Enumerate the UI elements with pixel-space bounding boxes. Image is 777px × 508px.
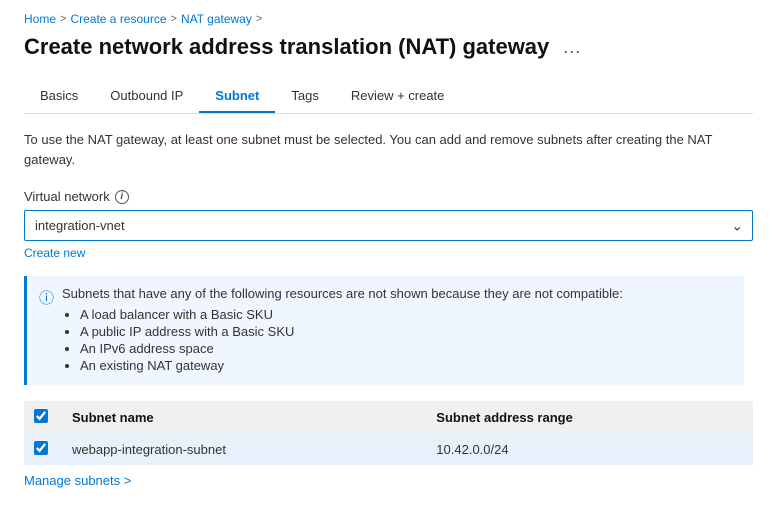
vnet-info-icon[interactable]: i [115,190,129,204]
breadcrumb: Home > Create a resource > NAT gateway > [24,12,753,26]
bullet-item-0: A load balancer with a Basic SKU [80,307,623,322]
header-checkbox-col [24,401,60,434]
tab-tags[interactable]: Tags [275,80,334,113]
tab-review-create[interactable]: Review + create [335,80,461,113]
row-subnet-name: webapp-integration-subnet [60,434,424,465]
bullet-item-2: An IPv6 address space [80,341,623,356]
tab-basics[interactable]: Basics [24,80,94,113]
info-text: To use the NAT gateway, at least one sub… [24,130,724,169]
select-all-checkbox[interactable] [34,409,48,423]
subnet-info-content: Subnets that have any of the following r… [62,286,623,375]
bullet-item-1: A public IP address with a Basic SKU [80,324,623,339]
ellipsis-button[interactable]: ... [559,35,585,60]
subnet-bullet-list: A load balancer with a Basic SKU A publi… [62,307,623,373]
breadcrumb-sep-2: > [171,13,177,25]
info-circle-icon: ⓘ [39,287,54,375]
page-title-row: Create network address translation (NAT)… [24,34,753,60]
breadcrumb-sep-1: > [60,13,66,25]
header-subnet-name: Subnet name [60,401,424,434]
table-header-row: Subnet name Subnet address range [24,401,753,434]
tab-outbound-ip[interactable]: Outbound IP [94,80,199,113]
row-checkbox-0[interactable] [34,441,48,455]
create-new-link[interactable]: Create new [24,246,85,260]
breadcrumb-create-resource[interactable]: Create a resource [70,12,166,26]
virtual-network-select[interactable]: integration-vnet [24,210,753,241]
tab-subnet[interactable]: Subnet [199,80,275,113]
manage-subnets-link[interactable]: Manage subnets > [24,473,131,488]
breadcrumb-nat-gateway[interactable]: NAT gateway [181,12,252,26]
breadcrumb-home[interactable]: Home [24,12,56,26]
row-address-range: 10.42.0.0/24 [424,434,753,465]
virtual-network-label: Virtual network i [24,189,753,204]
table-row: webapp-integration-subnet 10.42.0.0/24 [24,434,753,465]
subnet-info-box: ⓘ Subnets that have any of the following… [24,276,744,385]
virtual-network-dropdown-wrapper: integration-vnet ⌄ [24,210,753,241]
row-checkbox-col [24,434,60,465]
subnet-table: Subnet name Subnet address range webapp-… [24,401,753,465]
tab-bar: Basics Outbound IP Subnet Tags Review + … [24,80,753,114]
subnet-info-text: Subnets that have any of the following r… [62,286,623,301]
bullet-item-3: An existing NAT gateway [80,358,623,373]
breadcrumb-sep-3: > [256,13,262,25]
vnet-label-text: Virtual network [24,189,110,204]
page-title: Create network address translation (NAT)… [24,34,549,60]
header-address-range: Subnet address range [424,401,753,434]
